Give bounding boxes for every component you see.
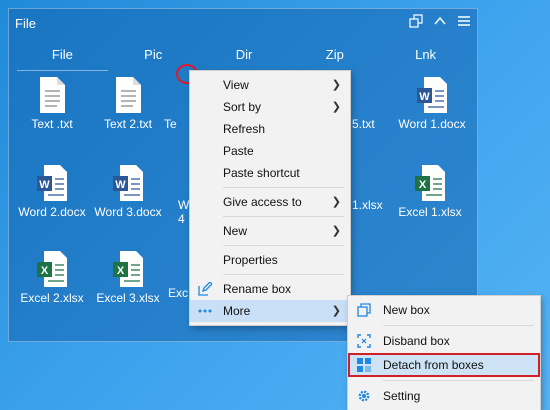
- file-item[interactable]: W Word 2.docx: [12, 164, 92, 219]
- chevron-right-icon: ❯: [331, 79, 341, 91]
- chevron-right-icon: ❯: [331, 196, 341, 208]
- disband-box-icon: [357, 334, 371, 348]
- file-item[interactable]: X Excel 2.xlsx: [12, 250, 92, 305]
- menu-item-sort-by[interactable]: Sort by ❯: [190, 96, 350, 118]
- menu-item-paste-shortcut[interactable]: Paste shortcut: [190, 162, 350, 184]
- tab-zip[interactable]: Zip: [289, 47, 380, 71]
- gear-icon: [358, 390, 370, 402]
- more-submenu: New box Disband box Detach from boxes Se…: [347, 295, 541, 410]
- tab-dir[interactable]: Dir: [199, 47, 290, 71]
- submenu-item-disband-box[interactable]: Disband box: [348, 329, 540, 353]
- chevron-right-icon: ❯: [331, 101, 341, 113]
- menu-item-label: Paste: [223, 144, 254, 158]
- file-item[interactable]: Text 2.txt: [88, 76, 168, 131]
- submenu-item-label: Setting: [383, 389, 421, 403]
- rename-pencil-icon: [198, 282, 212, 296]
- file-name: Excel 2.xlsx: [20, 291, 84, 305]
- menu-item-label: New: [223, 224, 248, 238]
- menu-item-rename-box[interactable]: Rename box: [190, 278, 350, 300]
- menu-item-label: View: [223, 78, 249, 92]
- file-name: Exc: [168, 286, 189, 300]
- new-box-icon: [357, 303, 371, 317]
- box-tabs: File Pic Dir Zip Lnk: [17, 47, 471, 71]
- word-document-icon: W: [417, 77, 447, 113]
- menu-item-more[interactable]: More ❯: [190, 300, 350, 322]
- detach-windows-icon: [357, 358, 371, 372]
- svg-text:X: X: [419, 179, 427, 191]
- file-name: Text .txt: [31, 117, 73, 131]
- menu-separator: [383, 325, 534, 326]
- excel-spreadsheet-icon: X: [415, 165, 445, 201]
- file-item[interactable]: 1.xlsx: [352, 164, 392, 212]
- submenu-item-new-box[interactable]: New box: [348, 298, 540, 322]
- menu-separator: [223, 245, 344, 246]
- menu-separator: [223, 274, 344, 275]
- file-item[interactable]: 5.txt: [352, 76, 382, 131]
- menu-item-give-access[interactable]: Give access to ❯: [190, 191, 350, 213]
- file-item[interactable]: X Excel 3.xlsx: [88, 250, 168, 305]
- file-item[interactable]: X Excel 1.xlsx: [390, 164, 470, 219]
- svg-text:W: W: [419, 91, 430, 103]
- svg-text:X: X: [117, 265, 125, 277]
- menu-item-label: Rename box: [223, 282, 292, 296]
- menu-hamburger-icon[interactable]: [457, 14, 471, 28]
- chevron-right-icon: ❯: [331, 225, 341, 237]
- chevron-right-icon: ❯: [331, 305, 341, 317]
- file-name: W 4: [178, 198, 190, 226]
- text-file-icon: [116, 77, 141, 113]
- menu-separator: [383, 380, 534, 381]
- file-name: Te: [164, 117, 177, 131]
- desktop: { "box": { "title": "File", "tabs": ["Fi…: [0, 0, 550, 410]
- svg-text:W: W: [115, 179, 126, 191]
- context-menu: View ❯ Sort by ❯ Refresh Paste Paste short…: [189, 70, 351, 326]
- file-name: Excel 3.xlsx: [96, 291, 160, 305]
- menu-item-label: Refresh: [223, 122, 266, 136]
- menu-item-label: Sort by: [223, 100, 262, 114]
- tab-file[interactable]: File: [17, 47, 108, 71]
- file-item[interactable]: W Word 3.docx: [88, 164, 168, 219]
- text-file-icon: [40, 77, 65, 113]
- word-document-icon: W: [37, 165, 67, 201]
- svg-text:X: X: [41, 265, 49, 277]
- file-name: 1.xlsx: [352, 198, 383, 212]
- file-name: Excel 1.xlsx: [398, 205, 462, 219]
- more-dots-icon: [198, 309, 212, 313]
- submenu-item-label: Disband box: [383, 334, 450, 348]
- menu-item-view[interactable]: View ❯: [190, 74, 350, 96]
- submenu-item-detach-from-boxes[interactable]: Detach from boxes: [348, 353, 540, 377]
- word-document-icon: W: [113, 165, 143, 201]
- file-item[interactable]: W Word 1.docx: [392, 76, 472, 131]
- menu-item-properties[interactable]: Properties: [190, 249, 350, 271]
- menu-separator: [223, 187, 344, 188]
- menu-item-label: More: [223, 304, 251, 318]
- file-name: Word 2.docx: [18, 205, 86, 219]
- submenu-item-setting[interactable]: Setting: [348, 384, 540, 408]
- menu-separator: [223, 216, 344, 217]
- menu-item-paste[interactable]: Paste: [190, 140, 350, 162]
- excel-spreadsheet-icon: X: [37, 251, 67, 287]
- menu-item-label: Properties: [223, 253, 278, 267]
- menu-item-label: Give access to: [223, 195, 302, 209]
- svg-text:W: W: [39, 179, 50, 191]
- menu-item-new[interactable]: New ❯: [190, 220, 350, 242]
- file-name: Word 1.docx: [398, 117, 466, 131]
- file-item[interactable]: Te: [164, 76, 188, 131]
- file-name: Text 2.txt: [103, 117, 153, 131]
- file-item[interactable]: Text .txt: [12, 76, 92, 131]
- detach-window-icon[interactable]: [409, 14, 423, 28]
- collapse-chevron-up-icon[interactable]: [433, 14, 447, 28]
- menu-item-refresh[interactable]: Refresh: [190, 118, 350, 140]
- submenu-item-label: New box: [383, 303, 430, 317]
- excel-spreadsheet-icon: X: [113, 251, 143, 287]
- box-title: File: [15, 16, 36, 31]
- file-name: Word 3.docx: [94, 205, 162, 219]
- submenu-item-label: Detach from boxes: [383, 358, 484, 372]
- menu-item-label: Paste shortcut: [223, 166, 300, 180]
- tab-lnk[interactable]: Lnk: [380, 47, 471, 71]
- file-name: 5.txt: [352, 117, 375, 131]
